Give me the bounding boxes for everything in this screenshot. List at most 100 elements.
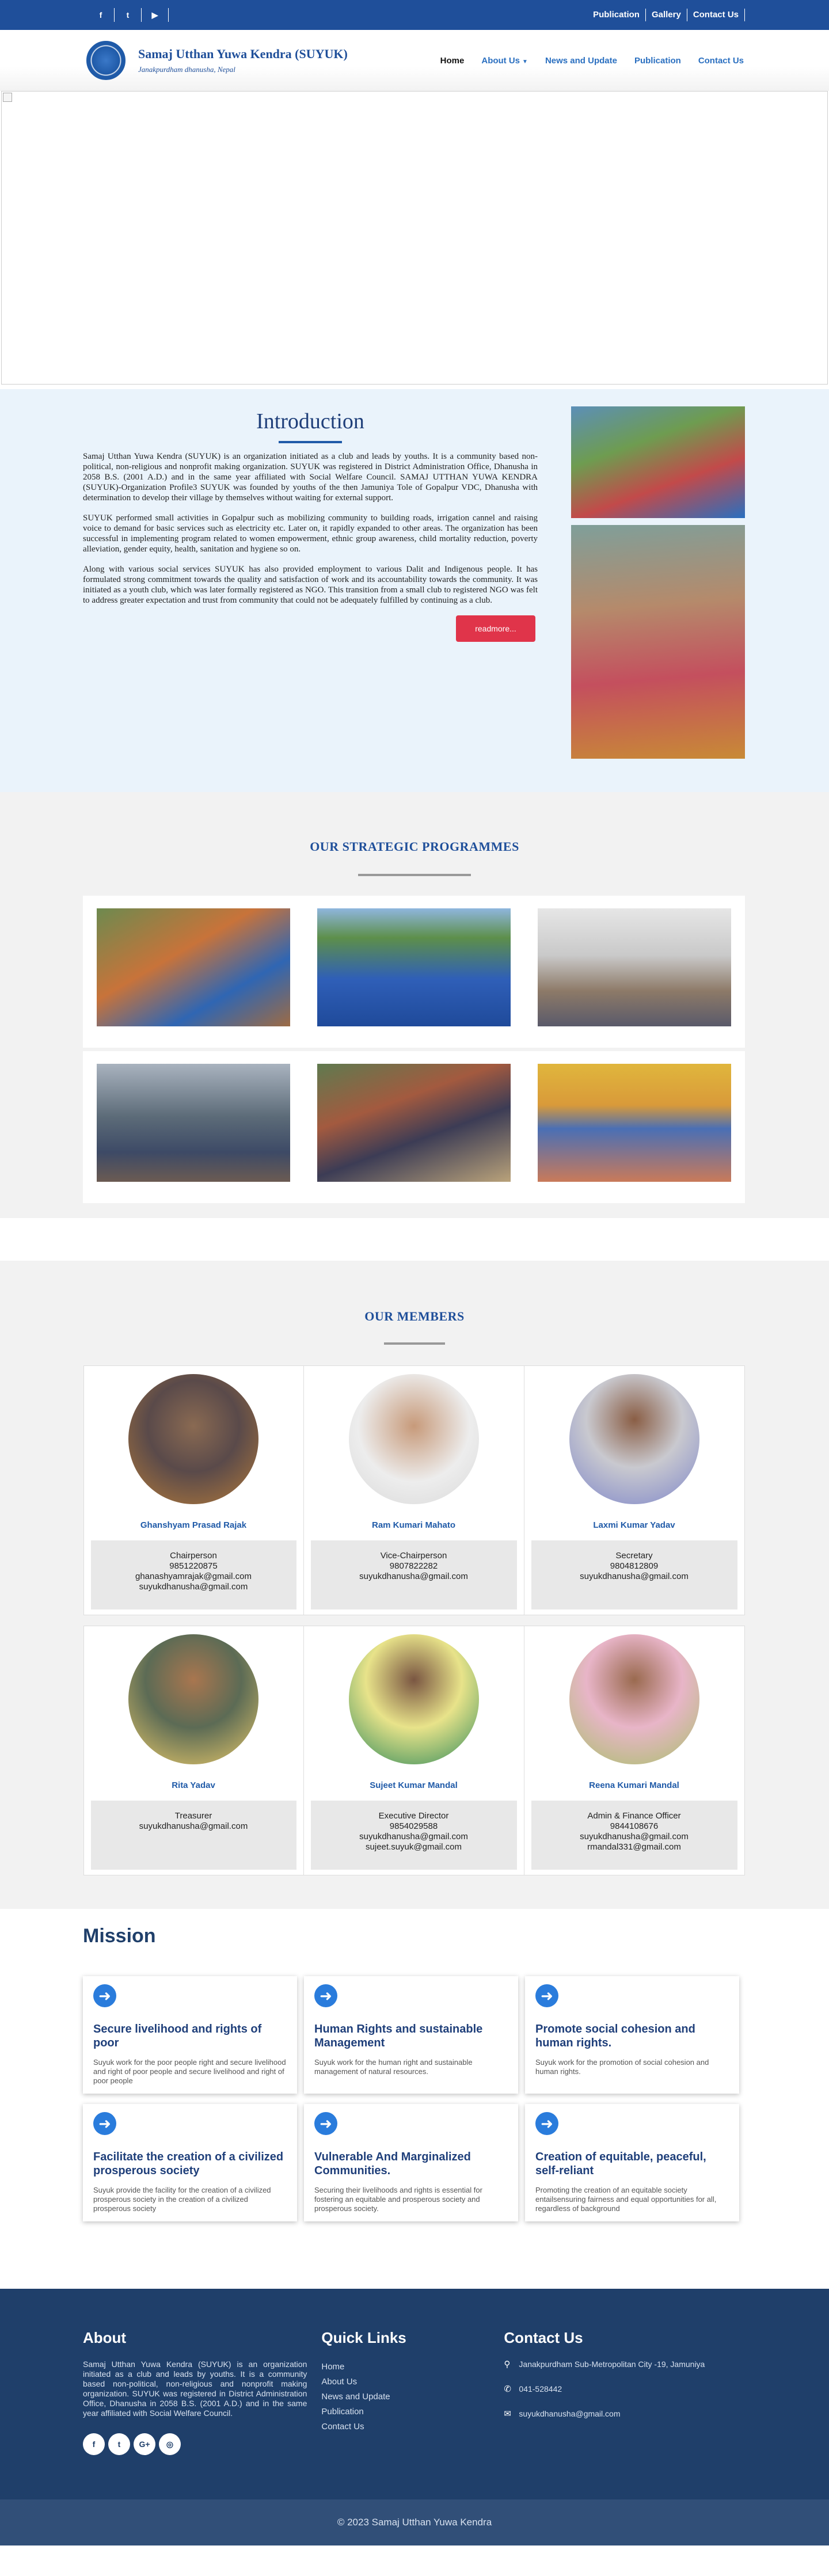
top-link-publication[interactable]: Publication: [587, 9, 646, 21]
footer-link-contact[interactable]: Contact Us: [321, 2419, 489, 2434]
mission-card-title: Human Rights and sustainable Management: [314, 2023, 483, 2049]
mission-card-title: Creation of equitable, peaceful, self-re…: [535, 2151, 706, 2177]
member-name: Rita Yadav: [172, 1780, 215, 1790]
member-name: Reena Kumari Mandal: [589, 1780, 679, 1790]
instagram-icon[interactable]: ◎: [159, 2433, 181, 2455]
member-details: Treasurer suyukdhanusha@gmail.com: [90, 1801, 296, 1870]
facebook-icon[interactable]: f: [92, 9, 109, 21]
youtube-icon[interactable]: ▶: [146, 9, 163, 21]
contact-phone: ✆ 041-528442: [504, 2384, 745, 2394]
intro-paragraph: SUYUK performed small activities in Gopa…: [83, 513, 538, 554]
brand-title: Samaj Utthan Yuwa Kendra (SUYUK): [138, 47, 348, 61]
mission-card-text: Suyuk work for the promotion of social c…: [535, 2058, 709, 2076]
member-row: Rita Yadav Treasurer suyukdhanusha@gmail…: [83, 1626, 745, 1875]
programmes-title: OUR STRATEGIC PROGRAMMES: [310, 839, 519, 854]
facebook-icon[interactable]: f: [83, 2433, 105, 2455]
avatar: [348, 1374, 479, 1504]
member-name: Laxmi Kumar Yadav: [593, 1520, 675, 1530]
member-email: suyukdhanusha@gmail.com: [580, 1832, 689, 1841]
mission-row: ➜ Secure livelihood and rights of poor S…: [83, 1976, 745, 2094]
intro-photo: [571, 525, 745, 759]
mission-card-title: Promote social cohesion and human rights…: [535, 2023, 695, 2049]
member-phone: 9851220875: [169, 1561, 218, 1571]
member-role: Vice-Chairperson: [380, 1551, 447, 1561]
member-card: Sujeet Kumar Mandal Executive Director 9…: [303, 1626, 524, 1875]
member-card: Ram Kumari Mahato Vice-Chairperson 98078…: [303, 1365, 524, 1615]
broken-image-icon: [3, 93, 12, 102]
top-links: Publication Gallery Contact Us: [587, 9, 745, 21]
programme-photo[interactable]: [97, 908, 290, 1026]
contact-address: ⚲ Janakpurdham Sub-Metropolitan City -19…: [504, 2360, 745, 2369]
member-card: Reena Kumari Mandal Admin & Finance Offi…: [524, 1626, 745, 1875]
mission-card-title: Secure livelihood and rights of poor: [93, 2023, 262, 2049]
readmore-button[interactable]: readmore...: [456, 615, 535, 642]
footer-link-home[interactable]: Home: [321, 2360, 489, 2375]
mission-title: Mission: [83, 1925, 156, 1947]
introduction-section: Introduction Samaj Utthan Yuwa Kendra (S…: [0, 389, 829, 792]
top-link-gallery[interactable]: Gallery: [646, 9, 687, 21]
members-title: OUR MEMBERS: [364, 1309, 465, 1323]
top-link-contact[interactable]: Contact Us: [687, 9, 745, 21]
programme-photo[interactable]: [538, 908, 731, 1026]
arrow-right-icon: ➜: [535, 1984, 558, 2007]
email-text: suyukdhanusha@gmail.com: [519, 2409, 621, 2418]
mission-card-text: Suyuk provide the facility for the creat…: [93, 2186, 271, 2213]
site-header: Samaj Utthan Yuwa Kendra (SUYUK) Janakpu…: [0, 30, 829, 91]
member-details: Vice-Chairperson 9807822282 suyukdhanush…: [310, 1540, 517, 1609]
member-phone: 9804812809: [610, 1561, 659, 1571]
brand[interactable]: Samaj Utthan Yuwa Kendra (SUYUK) Janakpu…: [86, 41, 348, 80]
member-phone: 9844108676: [610, 1821, 659, 1831]
footer-about: About Samaj Utthan Yuwa Kendra (SUYUK) i…: [83, 2329, 307, 2499]
member-name: Ghanshyam Prasad Rajak: [140, 1520, 247, 1530]
member-phone: 9807822282: [389, 1561, 438, 1571]
twitter-icon[interactable]: t: [119, 9, 136, 21]
member-role: Executive Director: [378, 1811, 449, 1821]
footer-link-news[interactable]: News and Update: [321, 2389, 489, 2404]
member-email: suyukdhanusha@gmail.com: [359, 1572, 468, 1581]
members-section: OUR MEMBERS Ghanshyam Prasad Rajak Chair…: [0, 1261, 829, 1909]
twitter-icon[interactable]: t: [108, 2433, 130, 2455]
footer-contact: Contact Us ⚲ Janakpurdham Sub-Metropolit…: [504, 2329, 745, 2499]
programme-photo[interactable]: [97, 1064, 290, 1182]
footer-quick-links: Quick Links Home About Us News and Updat…: [321, 2329, 489, 2499]
footer-contact-title: Contact Us: [504, 2329, 583, 2346]
footer-link-publication[interactable]: Publication: [321, 2404, 489, 2419]
nav-news[interactable]: News and Update: [545, 56, 617, 66]
member-email: suyukdhanusha@gmail.com: [359, 1832, 468, 1841]
mission-card-text: Suyuk work for the poor people right and…: [93, 2058, 286, 2085]
member-role: Chairperson: [170, 1551, 217, 1561]
contact-email: ✉ suyukdhanusha@gmail.com: [504, 2409, 745, 2419]
nav-home[interactable]: Home: [440, 56, 465, 66]
avatar: [348, 1634, 479, 1764]
member-role: Treasurer: [174, 1811, 212, 1821]
title-underline: [358, 874, 471, 876]
programme-photo[interactable]: [317, 1064, 511, 1182]
member-role: Secretary: [615, 1551, 653, 1561]
nav-publication[interactable]: Publication: [634, 56, 681, 66]
member-email: ghanashyamrajak@gmail.com: [135, 1572, 252, 1581]
intro-paragraph: Samaj Utthan Yuwa Kendra (SUYUK) is an o…: [83, 452, 538, 503]
title-underline: [384, 1342, 445, 1345]
mission-card: ➜ Promote social cohesion and human righ…: [525, 1976, 739, 2094]
phone-text: 041-528442: [519, 2384, 562, 2394]
arrow-right-icon: ➜: [93, 2112, 116, 2135]
programme-photo[interactable]: [317, 908, 511, 1026]
footer-social-links: f t G+ ◎: [83, 2433, 307, 2455]
top-bar: f t ▶ Publication Gallery Contact Us: [0, 0, 829, 30]
member-role: Admin & Finance Officer: [587, 1811, 681, 1821]
programme-photo[interactable]: [538, 1064, 731, 1182]
site-footer: About Samaj Utthan Yuwa Kendra (SUYUK) i…: [0, 2289, 829, 2499]
intro-paragraph: Along with various social services SUYUK…: [83, 565, 538, 605]
member-card: Laxmi Kumar Yadav Secretary 9804812809 s…: [524, 1365, 745, 1615]
mission-row: ➜ Facilitate the creation of a civilized…: [83, 2104, 745, 2221]
footer-link-about[interactable]: About Us: [321, 2375, 489, 2389]
member-email: sujeet.suyuk@gmail.com: [366, 1842, 462, 1852]
mission-card: ➜ Facilitate the creation of a civilized…: [83, 2104, 297, 2221]
google-plus-icon[interactable]: G+: [134, 2433, 155, 2455]
nav-contact[interactable]: Contact Us: [698, 56, 744, 66]
member-email: rmandal331@gmail.com: [587, 1842, 681, 1852]
nav-about-us[interactable]: About Us ▼: [481, 56, 528, 66]
hero-banner: [1, 91, 828, 385]
member-card: Ghanshyam Prasad Rajak Chairperson 98512…: [83, 1365, 304, 1615]
programme-row: [83, 896, 745, 1048]
